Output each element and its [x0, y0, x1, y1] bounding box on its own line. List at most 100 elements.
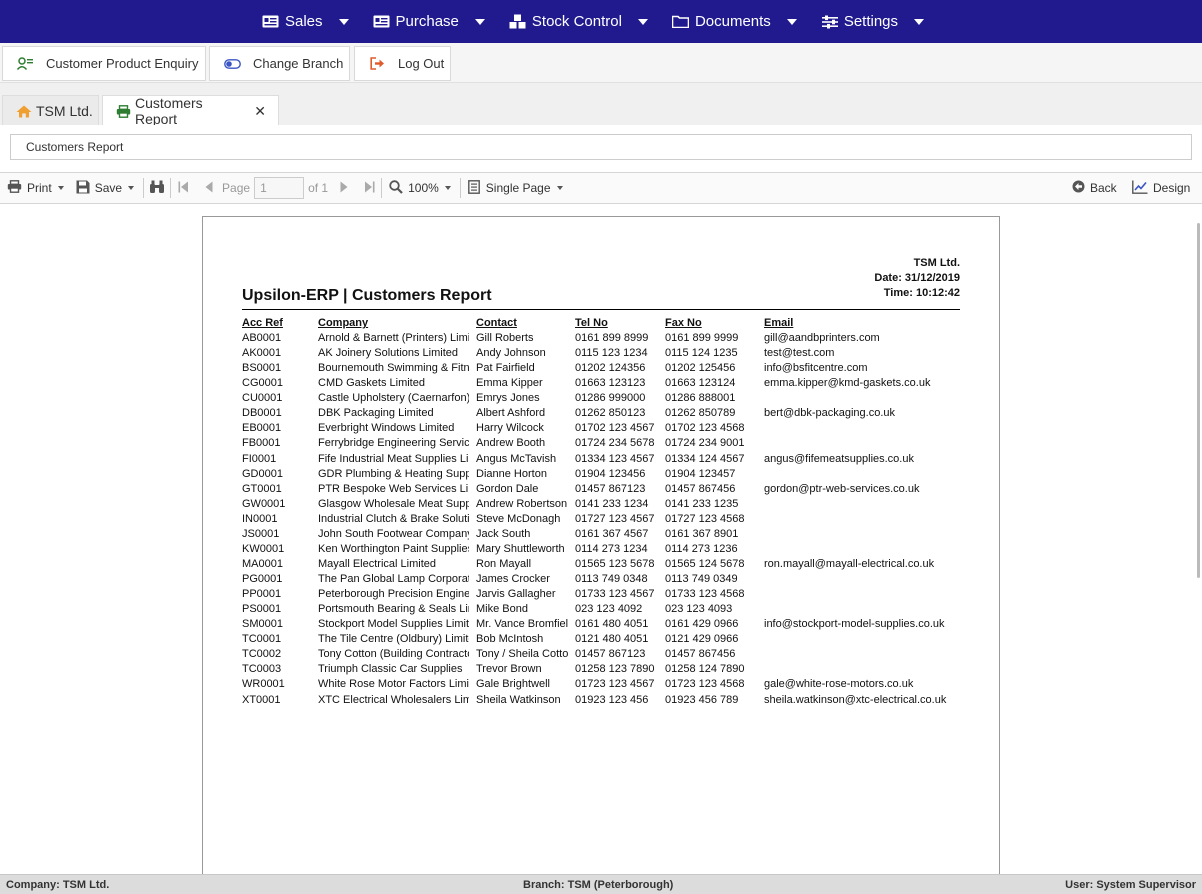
cell-contact: Emma Kipper — [476, 377, 543, 390]
cell-company: Triumph Classic Car Supplies — [318, 663, 463, 676]
cell-company: Peterborough Precision Enginee — [318, 588, 469, 601]
save-button[interactable]: Save — [76, 173, 135, 203]
cell-company: GDR Plumbing & Heating Suppl — [318, 467, 469, 480]
cell-fax-no: 0161 429 0966 — [665, 618, 739, 631]
first-page-button[interactable] — [178, 173, 189, 203]
close-icon[interactable]: ✕ — [254, 103, 266, 120]
magnifier-icon — [389, 179, 403, 197]
cell-acc-ref: FB0001 — [242, 437, 281, 450]
cell-company: Tony Cotton (Building Contracto — [318, 648, 469, 661]
chevron-down-icon — [474, 18, 485, 25]
page-number-input[interactable] — [254, 177, 305, 199]
design-button[interactable]: Design — [1132, 173, 1190, 203]
table-row: TC0002 Tony Cotton (Building Contracto Ton… — [242, 647, 962, 662]
tab-bar: TSM Ltd. Customers Report ✕ — [0, 83, 1202, 127]
cell-tel-no: 01457 867123 — [575, 482, 646, 495]
cell-fax-no: 01904 123457 — [665, 467, 736, 480]
cell-contact: Dianne Horton — [476, 467, 547, 480]
print-button[interactable]: Print — [7, 173, 64, 203]
printer-icon — [7, 180, 22, 196]
customer-product-enquiry-button[interactable]: Customer Product Enquiry — [2, 46, 206, 81]
printer-icon — [116, 104, 131, 118]
nav-menu-settings[interactable]: Settings — [821, 0, 940, 43]
log-out-button[interactable]: Log Out — [354, 46, 451, 81]
column-header-fax-no: Fax No — [665, 317, 702, 329]
table-row: SM0001 Stockport Model Supplies Limite Mr.… — [242, 617, 962, 632]
cell-contact: Jack South — [476, 527, 531, 540]
cell-acc-ref: PS0001 — [242, 603, 282, 616]
tab-home[interactable]: TSM Ltd. — [2, 95, 99, 126]
cell-company: DBK Packaging Limited — [318, 407, 434, 420]
nav-menu-purchase[interactable]: Purchase — [373, 0, 501, 43]
cell-contact: Tony / Sheila Cotto — [476, 648, 568, 661]
cell-acc-ref: AK0001 — [242, 347, 282, 360]
cell-acc-ref: CG0001 — [242, 377, 283, 390]
cell-acc-ref: MA0001 — [242, 557, 283, 570]
nav-menu-sales[interactable]: Sales — [262, 0, 365, 43]
last-page-button[interactable] — [364, 173, 375, 203]
nav-menu-documents[interactable]: Documents — [672, 0, 813, 43]
nav-label-sales: Sales — [284, 13, 323, 30]
nav-menu-stock-control[interactable]: Stock Control — [509, 0, 664, 43]
nav-label-stock-control: Stock Control — [531, 13, 622, 30]
cell-tel-no: 01262 850123 — [575, 407, 646, 420]
cell-tel-no: 0161 480 4051 — [575, 618, 649, 631]
cell-fax-no: 0161 367 8901 — [665, 527, 739, 540]
cell-contact: Gill Roberts — [476, 332, 534, 344]
next-page-button[interactable] — [340, 173, 348, 203]
tab-home-label: TSM Ltd. — [36, 103, 93, 119]
vertical-scrollbar[interactable] — [1197, 223, 1200, 578]
table-row: PP0001 Peterborough Precision Enginee Jarv… — [242, 587, 962, 602]
cell-contact: Andy Johnson — [476, 347, 546, 360]
cell-tel-no: 0161 367 4567 — [575, 527, 649, 540]
print-label: Print — [27, 181, 52, 195]
chevron-down-icon — [637, 18, 648, 25]
previous-page-button[interactable] — [205, 173, 213, 203]
report-viewer-toolbar: Print Save Page 1 of 1 100% Single Page … — [0, 172, 1202, 204]
tab-customers-report[interactable]: Customers Report ✕ — [102, 95, 279, 127]
cell-tel-no: 01904 123456 — [575, 467, 646, 480]
cell-fax-no: 01663 123124 — [665, 377, 736, 390]
sign-out-icon — [368, 57, 386, 71]
toolbar-divider — [143, 178, 145, 198]
floppy-disk-icon — [76, 180, 90, 197]
cell-contact: Emrys Jones — [476, 392, 540, 405]
table-row: MA0001 Mayall Electrical Limited Ron Mayal… — [242, 557, 962, 572]
cell-fax-no: 01702 123 4568 — [665, 422, 745, 435]
chevron-down-icon — [57, 186, 64, 190]
zoom-dropdown[interactable]: 100% — [389, 173, 451, 203]
report-viewer[interactable]: TSM Ltd. Date: 31/12/2019 Time: 10:12:42… — [0, 205, 1202, 874]
cell-tel-no: 01258 123 7890 — [575, 663, 655, 676]
report-date: Date: 31/12/2019 — [874, 272, 960, 284]
table-row: BS0001 Bournemouth Swimming & Fitne Pat Fa… — [242, 361, 962, 376]
last-page-icon — [364, 181, 375, 196]
find-button[interactable] — [149, 173, 165, 203]
action-bar: Customer Product Enquiry Change Branch L… — [0, 43, 1202, 83]
change-branch-button[interactable]: Change Branch — [209, 46, 350, 81]
cell-email: info@bsfitcentre.com — [764, 362, 868, 375]
nav-label-purchase: Purchase — [395, 13, 459, 30]
back-button[interactable]: Back — [1072, 173, 1117, 203]
previous-page-icon — [205, 181, 213, 196]
table-row: GW0001 Glasgow Wholesale Meat Suppl Andrew… — [242, 497, 962, 512]
cell-email: gordon@ptr-web-services.co.uk — [764, 482, 920, 495]
view-mode-dropdown[interactable]: Single Page — [467, 173, 563, 203]
cell-email: test@test.com — [764, 347, 835, 360]
column-header-company: Company — [318, 317, 369, 329]
table-row: AK0001 AK Joinery Solutions Limited Andy J… — [242, 346, 962, 361]
cell-acc-ref: GW0001 — [242, 497, 286, 510]
cell-acc-ref: PG0001 — [242, 573, 283, 585]
cell-acc-ref: JS0001 — [242, 527, 280, 540]
cell-company: White Rose Motor Factors Limit — [318, 678, 469, 691]
cell-tel-no: 01202 124356 — [575, 362, 646, 375]
cell-tel-no: 023 123 4092 — [575, 603, 643, 616]
cell-company: The Tile Centre (Oldbury) Limite — [318, 633, 469, 646]
cell-company: PTR Bespoke Web Services Lin — [318, 482, 469, 495]
table-row: GD0001 GDR Plumbing & Heating Suppl Dianne… — [242, 467, 962, 482]
cell-fax-no: 01457 867456 — [665, 648, 736, 661]
cell-contact: James Crocker — [476, 573, 550, 585]
cell-acc-ref: TC0001 — [242, 633, 282, 646]
tab-customers-report-label: Customers Report — [135, 95, 203, 127]
cell-contact: Mary Shuttleworth — [476, 542, 565, 555]
cell-fax-no: 0141 233 1235 — [665, 497, 739, 510]
